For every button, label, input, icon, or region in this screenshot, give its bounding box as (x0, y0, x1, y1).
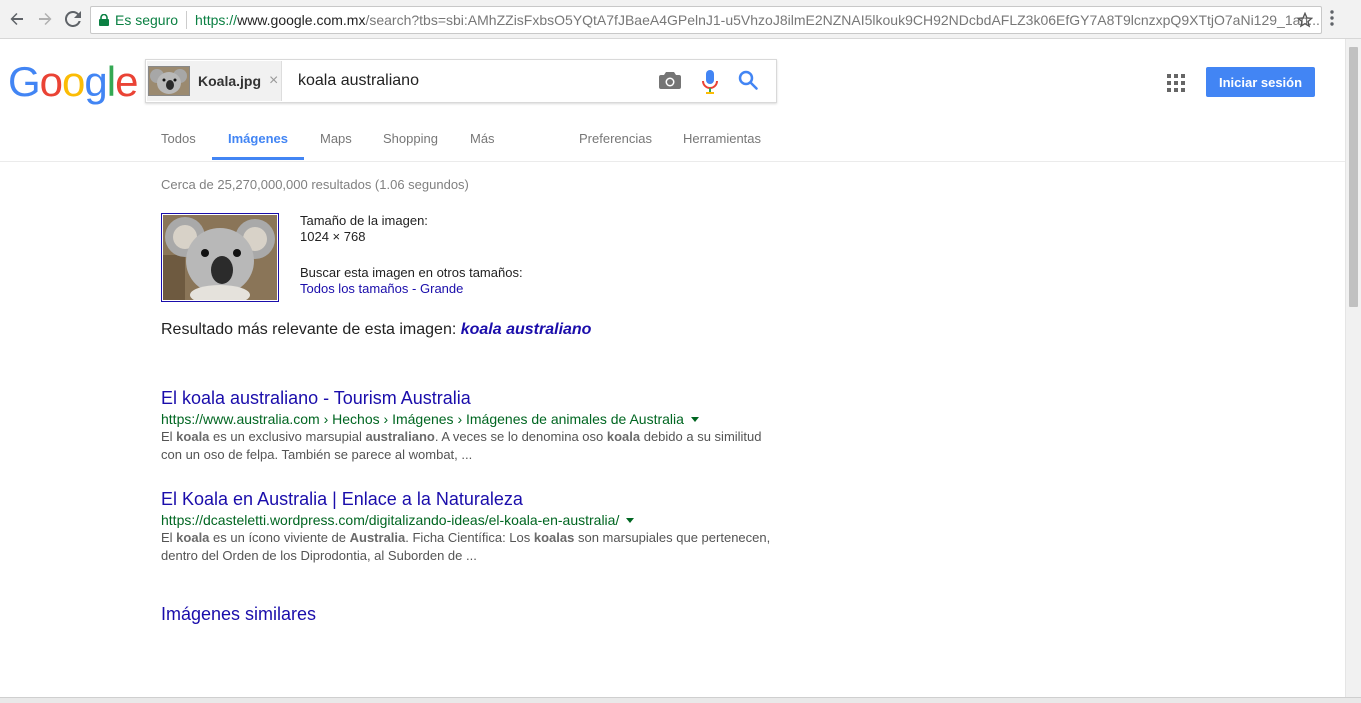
snippet-bold: koala (176, 429, 210, 444)
tab-todos[interactable]: Todos (161, 131, 196, 146)
other-sizes-label: Buscar esta imagen en otros tamaños: (300, 265, 523, 280)
logo-letter: g (84, 58, 107, 105)
search-box: Koala.jpg × koala australiano (145, 59, 777, 103)
microphone-icon[interactable] (702, 70, 718, 99)
result-snippet: El koala es un exclusivo marsupial austr… (161, 428, 781, 464)
horizontal-scrollbar[interactable] (0, 697, 1361, 703)
best-guess-link[interactable]: koala australiano (461, 321, 592, 338)
snippet-text: El (161, 530, 177, 545)
best-guess-label: Resultado más relevante de esta imagen: (161, 321, 457, 338)
result-stats: Cerca de 25,270,000,000 resultados (1.06… (161, 177, 469, 192)
search-tabs: Todos Imágenes Maps Shopping Más Prefere… (0, 120, 1345, 162)
tab-mas[interactable]: Más (470, 131, 495, 146)
active-tab-indicator (212, 157, 304, 160)
snippet-text: El (161, 429, 177, 444)
camera-icon[interactable] (659, 70, 681, 95)
tab-herramientas[interactable]: Herramientas (683, 131, 761, 146)
url-scheme: https:// (195, 12, 238, 28)
snippet-text: es un exclusivo marsupial (209, 429, 366, 444)
bookmark-star-icon[interactable] (1296, 11, 1314, 31)
image-size-label: Tamaño de la imagen: (300, 213, 428, 228)
other-sizes-links: Todos los tamaños - Grande (300, 281, 463, 296)
snippet-text: son marsupiales que pertenecen, (574, 530, 771, 545)
secure-indicator[interactable]: Es seguro (99, 12, 178, 28)
snippet-bold: Australia (349, 530, 406, 545)
tab-preferencias[interactable]: Preferencias (579, 131, 652, 146)
result-url-text: https://www.australia.com › Hechos › Imá… (161, 411, 684, 427)
result-options-caret-icon[interactable] (690, 416, 699, 422)
browser-toolbar: Es seguro https:// www.google.com.mx /se… (0, 0, 1361, 39)
result-url: https://www.australia.com › Hechos › Imá… (161, 411, 781, 427)
remove-image-icon[interactable]: × (269, 72, 278, 90)
url-host: www.google.com.mx (237, 12, 366, 28)
scrollbar-thumb[interactable] (1349, 47, 1358, 307)
all-sizes-link[interactable]: Todos los tamaños (300, 281, 408, 296)
logo-letter: o (39, 58, 63, 105)
secure-label: Es seguro (115, 12, 179, 28)
address-bar[interactable]: Es seguro https:// www.google.com.mx /se… (90, 6, 1322, 34)
similar-images-heading[interactable]: Imágenes similares (161, 604, 316, 625)
snippet-text: . Ficha Científica: Los (405, 530, 534, 545)
search-input[interactable]: koala australiano (298, 72, 419, 90)
back-arrow-icon (10, 13, 23, 25)
forward-arrow-icon (39, 13, 52, 25)
apps-grid-icon[interactable] (1167, 74, 1185, 97)
image-size-value: 1024 × 768 (300, 229, 366, 244)
snippet-text: es un ícono viviente de (209, 530, 350, 545)
sign-in-button[interactable]: Iniciar sesión (1206, 67, 1315, 97)
size-link-separator: - (412, 281, 417, 296)
logo-letter: o (62, 58, 85, 105)
snippet-text: debido a su similitud (640, 429, 762, 444)
logo-letter: G (8, 58, 41, 105)
large-size-link[interactable]: Grande (420, 281, 463, 296)
search-result: El koala australiano - Tourism Australia… (161, 388, 781, 464)
query-image-thumbnail[interactable] (161, 213, 279, 305)
address-divider (186, 11, 188, 29)
browser-menu-icon[interactable] (1330, 10, 1334, 31)
result-snippet: El koala es un ícono viviente de Austral… (161, 529, 781, 565)
result-url: https://dcasteletti.wordpress.com/digita… (161, 512, 781, 528)
search-result: El Koala en Australia | Enlace a la Natu… (161, 489, 781, 565)
snippet-bold: koalas (533, 530, 575, 545)
koala-chip-thumbnail (148, 66, 190, 96)
search-icon[interactable] (738, 70, 758, 95)
page-scrollbar[interactable] (1345, 39, 1361, 703)
snippet-text: con un oso de felpa. También se parece a… (161, 447, 473, 462)
snippet-bold: koala (606, 429, 641, 444)
url-path: /search?tbs=sbi:AMhZZisFxbsO5YQtA7fJBaeA… (365, 12, 1320, 28)
snippet-bold: australiano (365, 429, 435, 444)
result-options-caret-icon[interactable] (626, 517, 635, 523)
snippet-bold: koala (176, 530, 210, 545)
reload-icon (65, 11, 81, 27)
tab-shopping[interactable]: Shopping (383, 131, 438, 146)
back-button[interactable] (6, 8, 28, 30)
best-guess: Resultado más relevante de esta imagen: … (161, 321, 591, 339)
lock-icon (99, 14, 109, 26)
search-image-chip[interactable]: Koala.jpg × (147, 61, 282, 101)
search-image-filename: Koala.jpg (198, 73, 262, 89)
google-logo[interactable]: Google (8, 58, 138, 106)
tab-imagenes[interactable]: Imágenes (228, 131, 288, 146)
tab-maps[interactable]: Maps (320, 131, 352, 146)
snippet-text: dentro del Orden de los Diprodontia, al … (161, 548, 477, 563)
logo-letter: e (115, 58, 138, 105)
result-title-link[interactable]: El Koala en Australia | Enlace a la Natu… (161, 489, 781, 510)
reload-button[interactable] (62, 8, 84, 30)
logo-letter: l (106, 58, 116, 105)
result-title-link[interactable]: El koala australiano - Tourism Australia (161, 388, 781, 409)
snippet-text: . A veces se lo denomina oso (434, 429, 607, 444)
result-url-text: https://dcasteletti.wordpress.com/digita… (161, 512, 620, 528)
forward-button[interactable] (34, 8, 56, 30)
